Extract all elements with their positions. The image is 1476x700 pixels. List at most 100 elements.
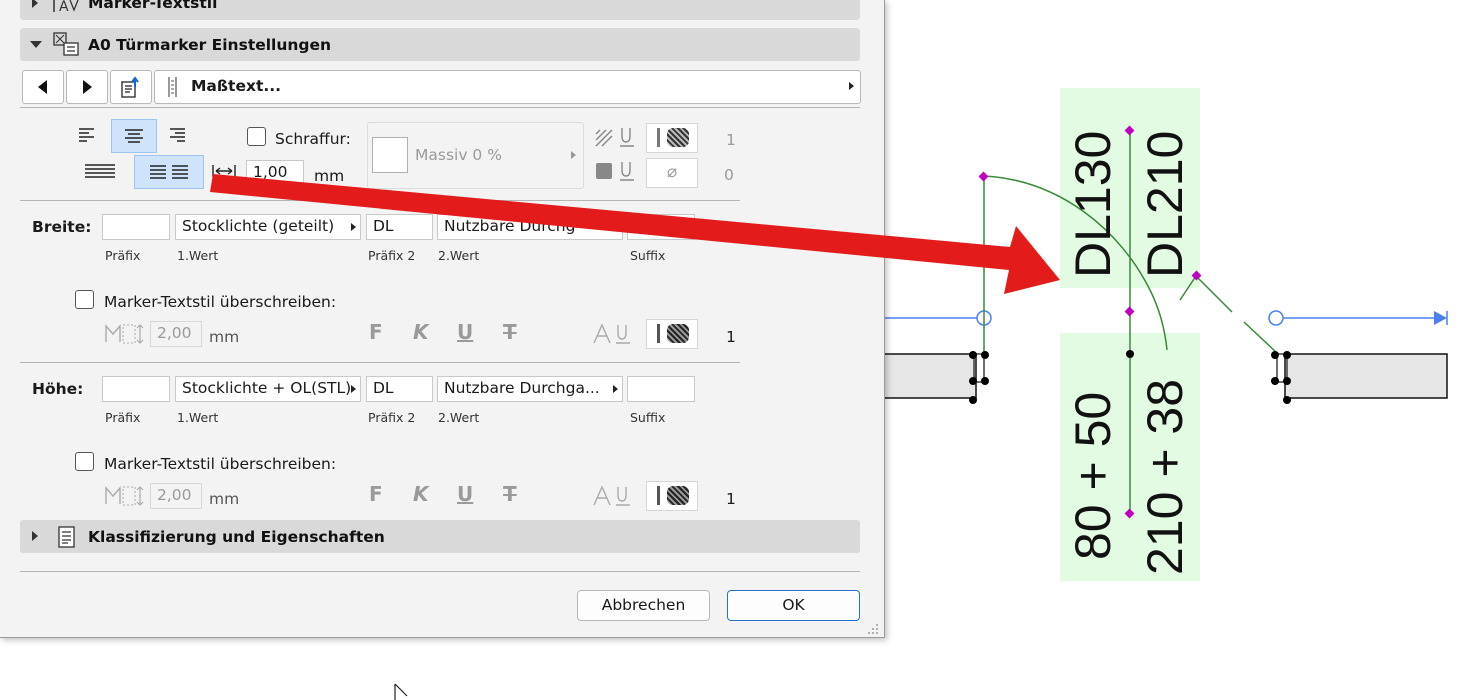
width-text-pen-number: 1 <box>726 328 736 346</box>
separator-width-height <box>20 362 740 363</box>
next-arrow-icon <box>83 80 92 94</box>
page-select-label: Maßtext... <box>191 77 282 95</box>
width-override-checkbox[interactable] <box>75 290 94 309</box>
door-leaf-line-3[interactable] <box>1243 321 1277 353</box>
height-value1-arrow-icon <box>351 385 356 393</box>
hatch-pen-selector[interactable] <box>646 123 698 153</box>
expand-arrow-icon <box>30 41 42 48</box>
door-marker-settings-icon <box>53 32 79 56</box>
resize-grip-icon[interactable] <box>866 622 880 636</box>
prev-arrow-icon <box>38 80 47 94</box>
height-text-pen-number: 1 <box>726 490 736 508</box>
door-leaf-line-2[interactable] <box>1195 275 1233 313</box>
hatch-swatch <box>372 137 408 173</box>
height-value2-arrow-icon <box>613 385 618 393</box>
pen-color-swatch <box>657 486 660 505</box>
align-left-icon[interactable] <box>72 120 102 150</box>
dimension-arrowhead <box>1434 311 1447 325</box>
font-pen-icon <box>593 485 630 506</box>
export-settings-icon <box>121 76 139 98</box>
height-prefix2-input[interactable]: DL <box>366 376 433 402</box>
width-prefix2-caption: Präfix 2 <box>368 248 416 263</box>
marker-text-width-top[interactable]: DL130 <box>1065 131 1121 278</box>
width-prefix-caption: Präfix <box>105 248 141 263</box>
empty-pen-icon: ⌀ <box>667 162 678 182</box>
height-bold-button[interactable]: F <box>369 482 383 506</box>
width-value1-caption: 1.Wert <box>177 248 219 263</box>
width-suffix-input[interactable] <box>627 214 695 240</box>
marker-textstyle-icon: A <box>53 0 79 14</box>
section-title-door-marker: A0 Türmarker Einstellungen <box>88 36 332 54</box>
marker-text-height-bottom[interactable]: 210 + 38 <box>1137 379 1193 575</box>
collapse-arrow-icon <box>32 531 38 541</box>
marker-text-width-bottom[interactable]: 80 + 50 <box>1065 392 1121 560</box>
pen-pattern-swatch <box>667 128 689 147</box>
cancel-button[interactable]: Abbrechen <box>577 590 710 621</box>
dropdown-arrow-icon <box>849 82 854 90</box>
height-underline-button[interactable]: U <box>457 482 473 506</box>
section-header-door-marker[interactable]: A0 Türmarker Einstellungen <box>20 28 860 61</box>
height-value2-select[interactable]: Nutzbare Durchga... <box>437 376 623 402</box>
prev-page-button[interactable] <box>22 70 64 104</box>
dimension-text-icon <box>168 77 177 97</box>
width-strike-button[interactable]: T <box>503 320 517 344</box>
pen-pattern-swatch <box>667 324 689 343</box>
height-row-label: Höhe: <box>32 380 84 398</box>
width-text-pen-selector[interactable] <box>646 319 698 349</box>
height-text-size-input[interactable]: 2,00 <box>150 483 202 509</box>
mouse-cursor-icon <box>394 683 408 700</box>
width-value1-text: Stocklichte (geteilt) <box>182 217 335 235</box>
width-italic-button[interactable]: K <box>413 320 429 344</box>
separator-top <box>20 107 860 108</box>
next-page-button[interactable] <box>66 70 108 104</box>
page-select-dropdown[interactable]: Maßtext... <box>154 70 861 104</box>
height-suffix-input[interactable] <box>627 376 695 402</box>
export-settings-button[interactable] <box>110 70 152 104</box>
height-suffix-caption: Suffix <box>630 410 666 425</box>
collapse-arrow-icon <box>32 0 38 8</box>
pen-color-swatch <box>657 324 660 343</box>
classification-icon <box>58 526 75 548</box>
height-text-pen-selector[interactable] <box>646 481 698 511</box>
width-override-label: Marker-Textstil überschreiben: <box>104 293 337 311</box>
height-prefix-input[interactable] <box>102 376 170 402</box>
height-strike-button[interactable]: T <box>503 482 517 506</box>
section-header-marker-textstyle[interactable]: A Marker-Textstil <box>20 0 860 20</box>
marker-text-height-top[interactable]: DL210 <box>1137 131 1193 278</box>
align-right-icon[interactable] <box>162 120 192 150</box>
width-value2-select[interactable]: Nutzbare Durchg <box>437 214 623 240</box>
pen-pattern-swatch <box>667 486 689 505</box>
width-text-size-input[interactable]: 2,00 <box>150 321 202 347</box>
wall-right[interactable] <box>1284 353 1448 399</box>
justify-icon[interactable] <box>82 157 118 187</box>
font-pen-icon <box>593 323 630 344</box>
hatch-checkbox[interactable] <box>247 127 266 146</box>
width-prefix2-input[interactable]: DL <box>366 214 433 240</box>
text-frame-icon <box>105 324 144 344</box>
section-header-classification[interactable]: Klassifizierung und Eigenschaften <box>20 520 860 553</box>
ok-button[interactable]: OK <box>727 590 860 621</box>
height-override-checkbox[interactable] <box>75 452 94 471</box>
width-prefix-input[interactable] <box>102 214 170 240</box>
width-value1-select[interactable]: Stocklichte (geteilt) <box>175 214 361 240</box>
width-value2-caption: 2.Wert <box>438 248 480 263</box>
hatch-fill-selector[interactable]: Massiv 0 % <box>367 122 584 189</box>
separator-align <box>20 200 740 201</box>
hatch-pen-number: 1 <box>726 131 736 149</box>
width-bold-button[interactable]: F <box>369 320 383 344</box>
width-row-label: Breite: <box>32 218 92 236</box>
align-center-icon[interactable] <box>111 119 157 153</box>
dimension-node-right[interactable] <box>1268 310 1284 326</box>
width-underline-button[interactable]: U <box>457 320 473 344</box>
height-value1-select[interactable]: Stocklichte + OL(STL) <box>175 376 361 402</box>
height-override-label: Marker-Textstil überschreiben: <box>104 455 337 473</box>
spacing-input[interactable]: 1,00 <box>246 160 304 186</box>
svg-text:A: A <box>59 0 69 14</box>
fill-pen-icon <box>596 162 634 181</box>
height-prefix-caption: Präfix <box>105 410 141 425</box>
fill-pen-selector[interactable]: ⌀ <box>646 158 698 188</box>
text-spacing-icon <box>212 165 236 177</box>
height-italic-button[interactable]: K <box>413 482 429 506</box>
hatch-dropdown-arrow-icon <box>571 151 576 159</box>
justify-center-icon[interactable] <box>134 155 204 189</box>
